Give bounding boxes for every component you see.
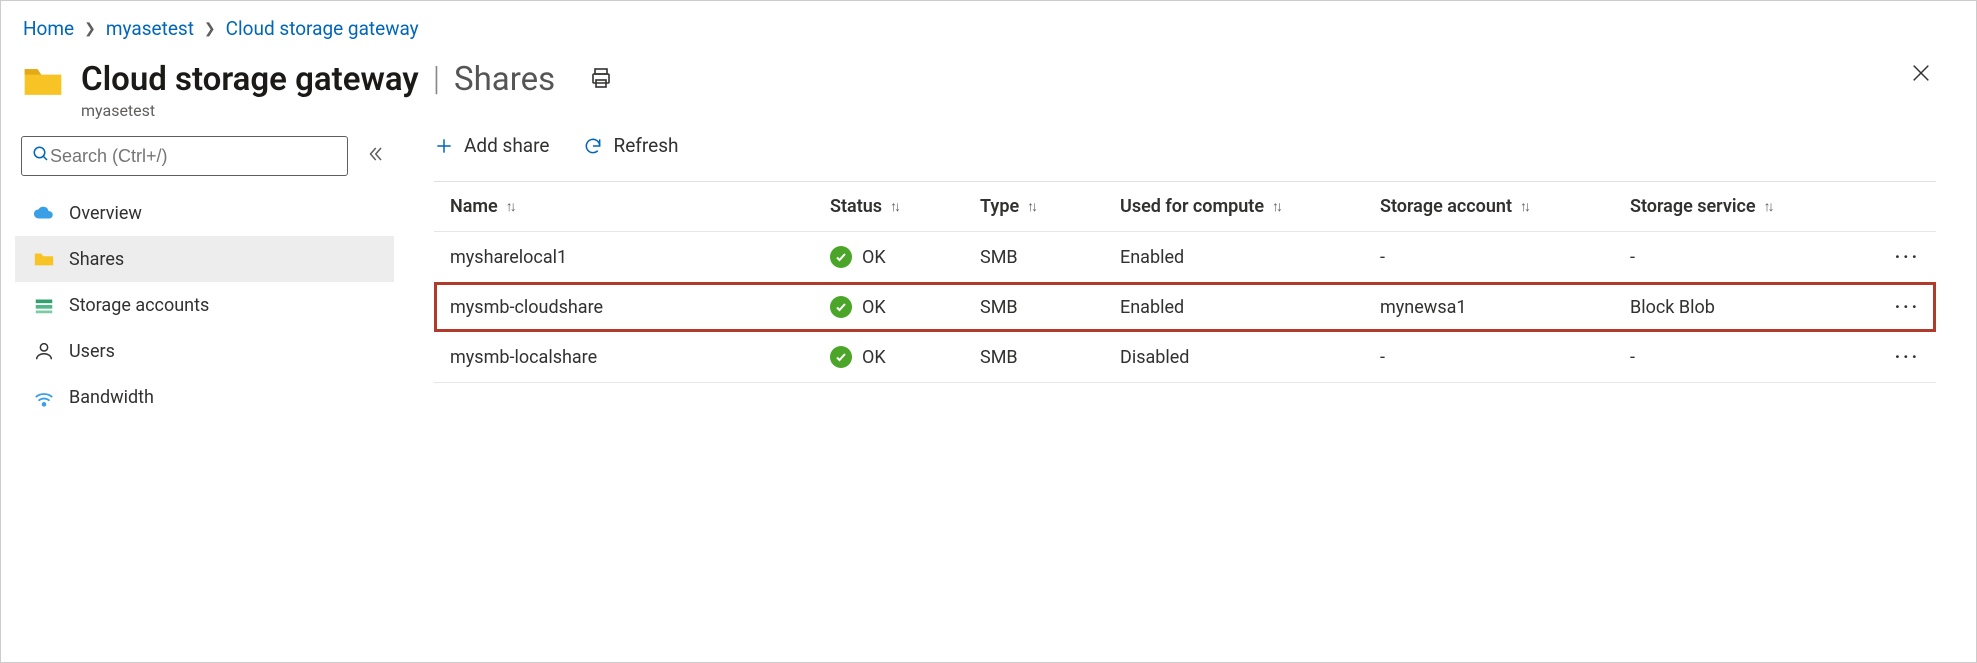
search-input[interactable]: [50, 146, 337, 167]
sidebar-item-users[interactable]: Users: [15, 328, 394, 374]
sidebar-item-storage-accounts[interactable]: Storage accounts: [15, 282, 394, 328]
chevron-right-icon: ❯: [204, 21, 216, 37]
cell-status: OK: [830, 346, 980, 368]
cell-service: -: [1630, 247, 1860, 268]
sidebar-item-bandwidth[interactable]: Bandwidth: [15, 374, 394, 420]
column-header-compute[interactable]: Used for compute↑↓: [1120, 196, 1380, 217]
sort-icon: ↑↓: [1272, 198, 1280, 215]
breadcrumb: Home ❯ myasetest ❯ Cloud storage gateway: [1, 1, 1976, 46]
cell-name: mysmb-cloudshare: [450, 297, 830, 318]
column-header-service[interactable]: Storage service↑↓: [1630, 196, 1860, 217]
status-ok-icon: [830, 246, 852, 268]
cell-status: OK: [830, 246, 980, 268]
close-icon[interactable]: [1910, 62, 1932, 89]
table-row[interactable]: mysharelocal1 OK SMB Enabled - - ···: [434, 232, 1936, 283]
sidebar-item-label: Bandwidth: [69, 387, 154, 408]
cell-name: mysmb-localshare: [450, 347, 830, 368]
search-input-wrapper[interactable]: [21, 136, 348, 176]
sort-icon: ↑↓: [506, 198, 514, 215]
print-icon[interactable]: [589, 66, 613, 95]
user-icon: [33, 340, 55, 362]
search-icon: [32, 145, 50, 168]
page-header: Cloud storage gateway | Shares myasetest: [1, 46, 1976, 126]
cell-type: SMB: [980, 297, 1120, 318]
chevron-right-icon: ❯: [84, 21, 96, 37]
column-header-name[interactable]: Name↑↓: [450, 196, 830, 217]
column-header-type[interactable]: Type↑↓: [980, 196, 1120, 217]
cell-account: -: [1380, 347, 1630, 368]
add-share-button[interactable]: Add share: [434, 134, 549, 157]
sidebar-item-shares[interactable]: Shares: [15, 236, 394, 282]
cell-account: -: [1380, 247, 1630, 268]
row-more-button[interactable]: ···: [1860, 347, 1920, 368]
sort-icon: ↑↓: [1027, 198, 1035, 215]
refresh-button[interactable]: Refresh: [583, 134, 678, 157]
table-header-row: Name↑↓ Status↑↓ Type↑↓ Used for compute↑…: [434, 182, 1936, 232]
cell-account: mynewsa1: [1380, 297, 1630, 318]
cell-type: SMB: [980, 247, 1120, 268]
row-more-button[interactable]: ···: [1860, 297, 1920, 318]
sidebar: Overview Shares Storage accounts Users B: [15, 126, 394, 657]
collapse-sidebar-button[interactable]: [366, 145, 384, 168]
cell-status: OK: [830, 296, 980, 318]
sidebar-item-overview[interactable]: Overview: [15, 190, 394, 236]
cell-service: -: [1630, 347, 1860, 368]
cell-name: mysharelocal1: [450, 247, 830, 268]
cell-compute: Disabled: [1120, 347, 1380, 368]
sidebar-item-label: Overview: [69, 203, 142, 224]
sort-icon: ↑↓: [1764, 198, 1772, 215]
cell-compute: Enabled: [1120, 247, 1380, 268]
page-section: Shares: [454, 60, 555, 99]
signal-icon: [33, 386, 55, 408]
table-row[interactable]: mysmb-localshare OK SMB Disabled - - ···: [434, 332, 1936, 383]
row-more-button[interactable]: ···: [1860, 247, 1920, 268]
cloud-icon: [33, 202, 55, 224]
breadcrumb-link-home[interactable]: Home: [23, 17, 74, 40]
table-row[interactable]: mysmb-cloudshare OK SMB Enabled mynewsa1…: [434, 282, 1936, 332]
column-header-account[interactable]: Storage account↑↓: [1380, 196, 1630, 217]
breadcrumb-link-section[interactable]: Cloud storage gateway: [226, 17, 419, 40]
status-ok-icon: [830, 346, 852, 368]
toolbar-label: Refresh: [613, 134, 678, 157]
toolbar-label: Add share: [464, 134, 549, 157]
sort-icon: ↑↓: [1520, 198, 1528, 215]
toolbar: Add share Refresh: [434, 134, 1936, 182]
sidebar-item-label: Users: [69, 341, 115, 362]
breadcrumb-link-resource[interactable]: myasetest: [106, 17, 194, 40]
sort-icon: ↑↓: [890, 198, 898, 215]
title-separator: |: [433, 60, 440, 99]
cell-compute: Enabled: [1120, 297, 1380, 318]
storage-icon: [33, 294, 55, 316]
page-title: Cloud storage gateway: [81, 60, 419, 99]
cell-type: SMB: [980, 347, 1120, 368]
folder-icon: [21, 60, 65, 104]
sidebar-item-label: Storage accounts: [69, 295, 209, 316]
cell-service: Block Blob: [1630, 297, 1860, 318]
page-subtitle: myasetest: [81, 101, 1956, 120]
folder-icon: [33, 248, 55, 270]
main-content: Add share Refresh Name↑↓ Status↑↓ Type↑↓…: [394, 126, 1976, 657]
sidebar-item-label: Shares: [69, 249, 124, 270]
column-header-status[interactable]: Status↑↓: [830, 196, 980, 217]
status-ok-icon: [830, 296, 852, 318]
shares-table: Name↑↓ Status↑↓ Type↑↓ Used for compute↑…: [434, 182, 1976, 383]
